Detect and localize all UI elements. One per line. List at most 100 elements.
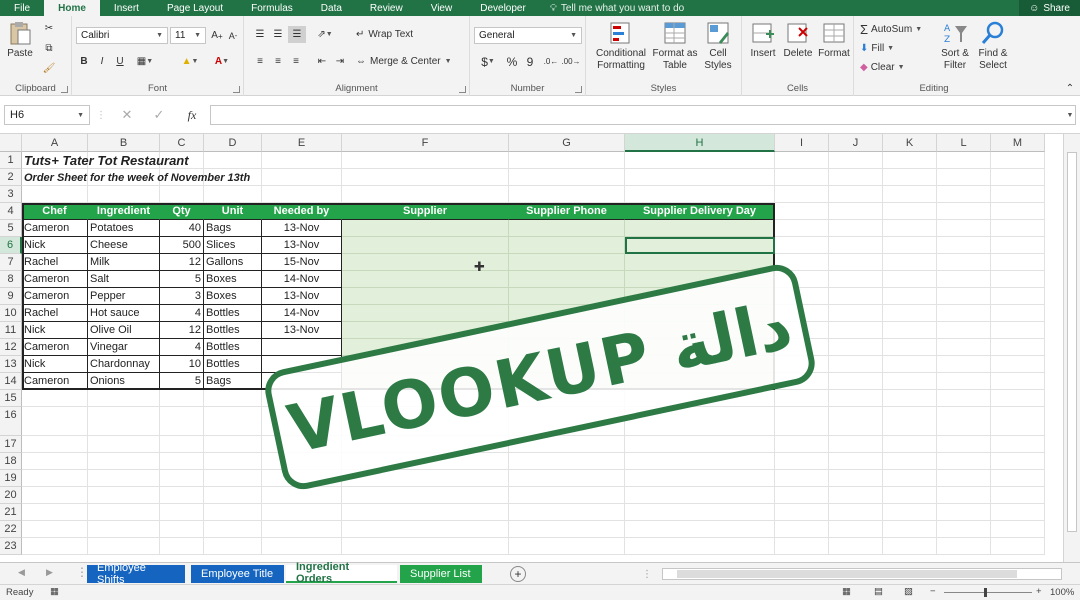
grid-cell[interactable] (160, 538, 204, 555)
add-sheet-icon[interactable]: + (510, 566, 526, 582)
tab-developer[interactable]: Developer (466, 0, 540, 16)
format-as-table-button[interactable]: Format as Table (652, 20, 698, 72)
comma-button[interactable]: 9 (522, 53, 538, 70)
grid-cell[interactable] (937, 436, 991, 453)
zoom-level[interactable]: 100% (1050, 587, 1074, 598)
insert-function-icon[interactable]: fx (182, 107, 202, 123)
column-header-e[interactable]: E (262, 134, 342, 152)
table-cell[interactable]: Boxes (204, 288, 262, 305)
row-header-9[interactable]: 9 (0, 288, 22, 305)
table-cell[interactable]: 13-Nov (262, 237, 342, 254)
table-cell[interactable]: Potatoes (88, 220, 160, 237)
grid-cell[interactable] (625, 186, 775, 203)
grid-cell[interactable] (991, 203, 1045, 220)
table-header-cell[interactable]: Supplier Delivery Day (625, 203, 775, 220)
grid-cell[interactable] (829, 152, 883, 169)
cancel-icon[interactable]: ✕ (118, 107, 136, 123)
grid-cell[interactable] (775, 169, 829, 186)
vertical-scrollbar[interactable] (1063, 134, 1080, 562)
grid-cell[interactable] (775, 487, 829, 504)
increase-decimal-icon[interactable]: .0← (542, 53, 560, 70)
grid-cell[interactable] (22, 470, 88, 487)
grid-cell[interactable] (829, 254, 883, 271)
row-header-18[interactable]: 18 (0, 453, 22, 470)
row-header-11[interactable]: 11 (0, 322, 22, 339)
grid-cell[interactable] (775, 538, 829, 555)
table-cell[interactable]: 13-Nov (262, 288, 342, 305)
align-middle-icon[interactable]: ☰ (270, 26, 286, 43)
grid-cell[interactable] (991, 152, 1045, 169)
grid-cell[interactable] (883, 407, 937, 436)
grid-cell[interactable] (829, 220, 883, 237)
grid-cell[interactable] (991, 220, 1045, 237)
wrap-text-button[interactable]: ↵ Wrap Text (356, 26, 436, 43)
grid-cell[interactable] (829, 390, 883, 407)
sheet-subtitle[interactable]: Order Sheet for the week of November 13t… (22, 169, 252, 186)
row-header-6[interactable]: 6 (0, 237, 22, 254)
row-header-7[interactable]: 7 (0, 254, 22, 271)
grid-cell[interactable] (625, 453, 775, 470)
table-cell[interactable]: Cheese (88, 237, 160, 254)
sheet-tab-employee-title[interactable]: Employee Title (191, 565, 284, 583)
table-header-cell[interactable]: Needed by (262, 203, 342, 220)
page-layout-view-icon[interactable]: ▤ (874, 586, 883, 597)
grid-cell[interactable] (883, 305, 937, 322)
column-header-f[interactable]: F (342, 134, 509, 152)
grid-cell[interactable] (991, 169, 1045, 186)
table-cell[interactable]: 14-Nov (262, 271, 342, 288)
grid-cell[interactable] (829, 288, 883, 305)
grid-cell[interactable] (991, 504, 1045, 521)
grid-cell[interactable] (829, 169, 883, 186)
column-header-m[interactable]: M (991, 134, 1045, 152)
column-header-b[interactable]: B (88, 134, 160, 152)
grid-cell[interactable] (509, 169, 625, 186)
grid-cell[interactable] (775, 521, 829, 538)
row-header-14[interactable]: 14 (0, 373, 22, 390)
grid-cell[interactable] (991, 356, 1045, 373)
column-header-g[interactable]: G (509, 134, 625, 152)
grid-cell[interactable] (204, 186, 262, 203)
grid-cell[interactable] (88, 487, 160, 504)
grid-cell[interactable] (22, 521, 88, 538)
grid-cell[interactable] (204, 407, 262, 436)
grid-cell[interactable] (937, 390, 991, 407)
grid-cell[interactable] (829, 407, 883, 436)
grid-cell[interactable] (937, 288, 991, 305)
grid-cell[interactable] (937, 305, 991, 322)
table-cell[interactable]: 5 (160, 373, 204, 390)
table-cell[interactable]: Nick (22, 322, 88, 339)
copy-icon[interactable]: ⧉ (40, 40, 58, 56)
grid-cell[interactable] (204, 390, 262, 407)
grid-cell[interactable] (775, 453, 829, 470)
grid-cell[interactable] (88, 538, 160, 555)
grid-cell[interactable] (991, 322, 1045, 339)
grid-cell[interactable] (991, 254, 1045, 271)
grid-cell[interactable] (160, 407, 204, 436)
grid-cell[interactable] (829, 538, 883, 555)
sheet-title[interactable]: Tuts+ Tater Tot Restaurant (22, 152, 191, 169)
table-cell[interactable]: Bottles (204, 339, 262, 356)
grid-cell[interactable] (991, 487, 1045, 504)
horizontal-scrollbar[interactable] (662, 568, 1062, 580)
align-right-icon[interactable]: ≡ (288, 53, 304, 70)
grid-cell[interactable] (883, 288, 937, 305)
alignment-launcher-icon[interactable] (459, 86, 466, 93)
grid-cell[interactable] (937, 453, 991, 470)
autosum-button[interactable]: Σ AutoSum ▼ (860, 21, 936, 37)
grid-cell[interactable] (775, 186, 829, 203)
zoom-in-icon[interactable]: + (1036, 586, 1042, 597)
table-cell[interactable]: Cameron (22, 288, 88, 305)
grid-cell[interactable] (625, 436, 775, 453)
enter-icon[interactable]: ✓ (150, 107, 168, 123)
grid-cell[interactable] (775, 470, 829, 487)
grid-cell[interactable] (775, 203, 829, 220)
grid-cell[interactable] (509, 487, 625, 504)
cut-icon[interactable]: ✂ (40, 20, 58, 36)
row-header-12[interactable]: 12 (0, 339, 22, 356)
table-cell[interactable]: 10 (160, 356, 204, 373)
grid-cell[interactable] (991, 271, 1045, 288)
grid-cell[interactable] (22, 453, 88, 470)
grid-cell[interactable] (829, 271, 883, 288)
table-cell[interactable]: Pepper (88, 288, 160, 305)
tab-file[interactable]: File (0, 0, 44, 16)
